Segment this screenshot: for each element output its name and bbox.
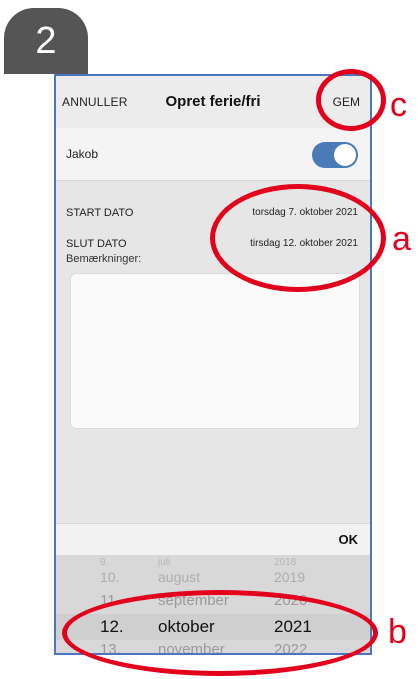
picker-year: 2018 (274, 557, 297, 568)
annotation-letter-a: a (392, 220, 411, 258)
start-date-label: START DATO (66, 207, 134, 219)
toggle-knob (334, 144, 356, 166)
person-toggle[interactable] (312, 142, 358, 168)
picker-day: 10. (100, 569, 120, 585)
step-badge: 2 (4, 8, 88, 74)
remarks-textarea[interactable] (70, 273, 360, 429)
annotation-letter-b: b (388, 613, 407, 651)
person-name: Jakob (66, 147, 99, 161)
phone-screen: ANNULLER Opret ferie/fri GEM Jakob START… (54, 74, 372, 655)
remarks-label: Bemærkninger: (66, 253, 142, 265)
annotation-ring-c (316, 69, 386, 131)
picker-month: juli (158, 557, 171, 568)
ok-button[interactable]: OK (339, 532, 359, 547)
end-date-label: SLUT DATO (66, 238, 127, 250)
person-row: Jakob (56, 128, 370, 181)
picker-day: 9. (100, 557, 109, 568)
annotation-letter-c: c (390, 86, 407, 124)
annotation-ring-b (62, 590, 378, 676)
picker-month: august (158, 569, 201, 585)
picker-year: 2019 (274, 569, 306, 585)
annotation-ring-a (210, 184, 386, 292)
picker-toolbar: OK (56, 523, 370, 556)
